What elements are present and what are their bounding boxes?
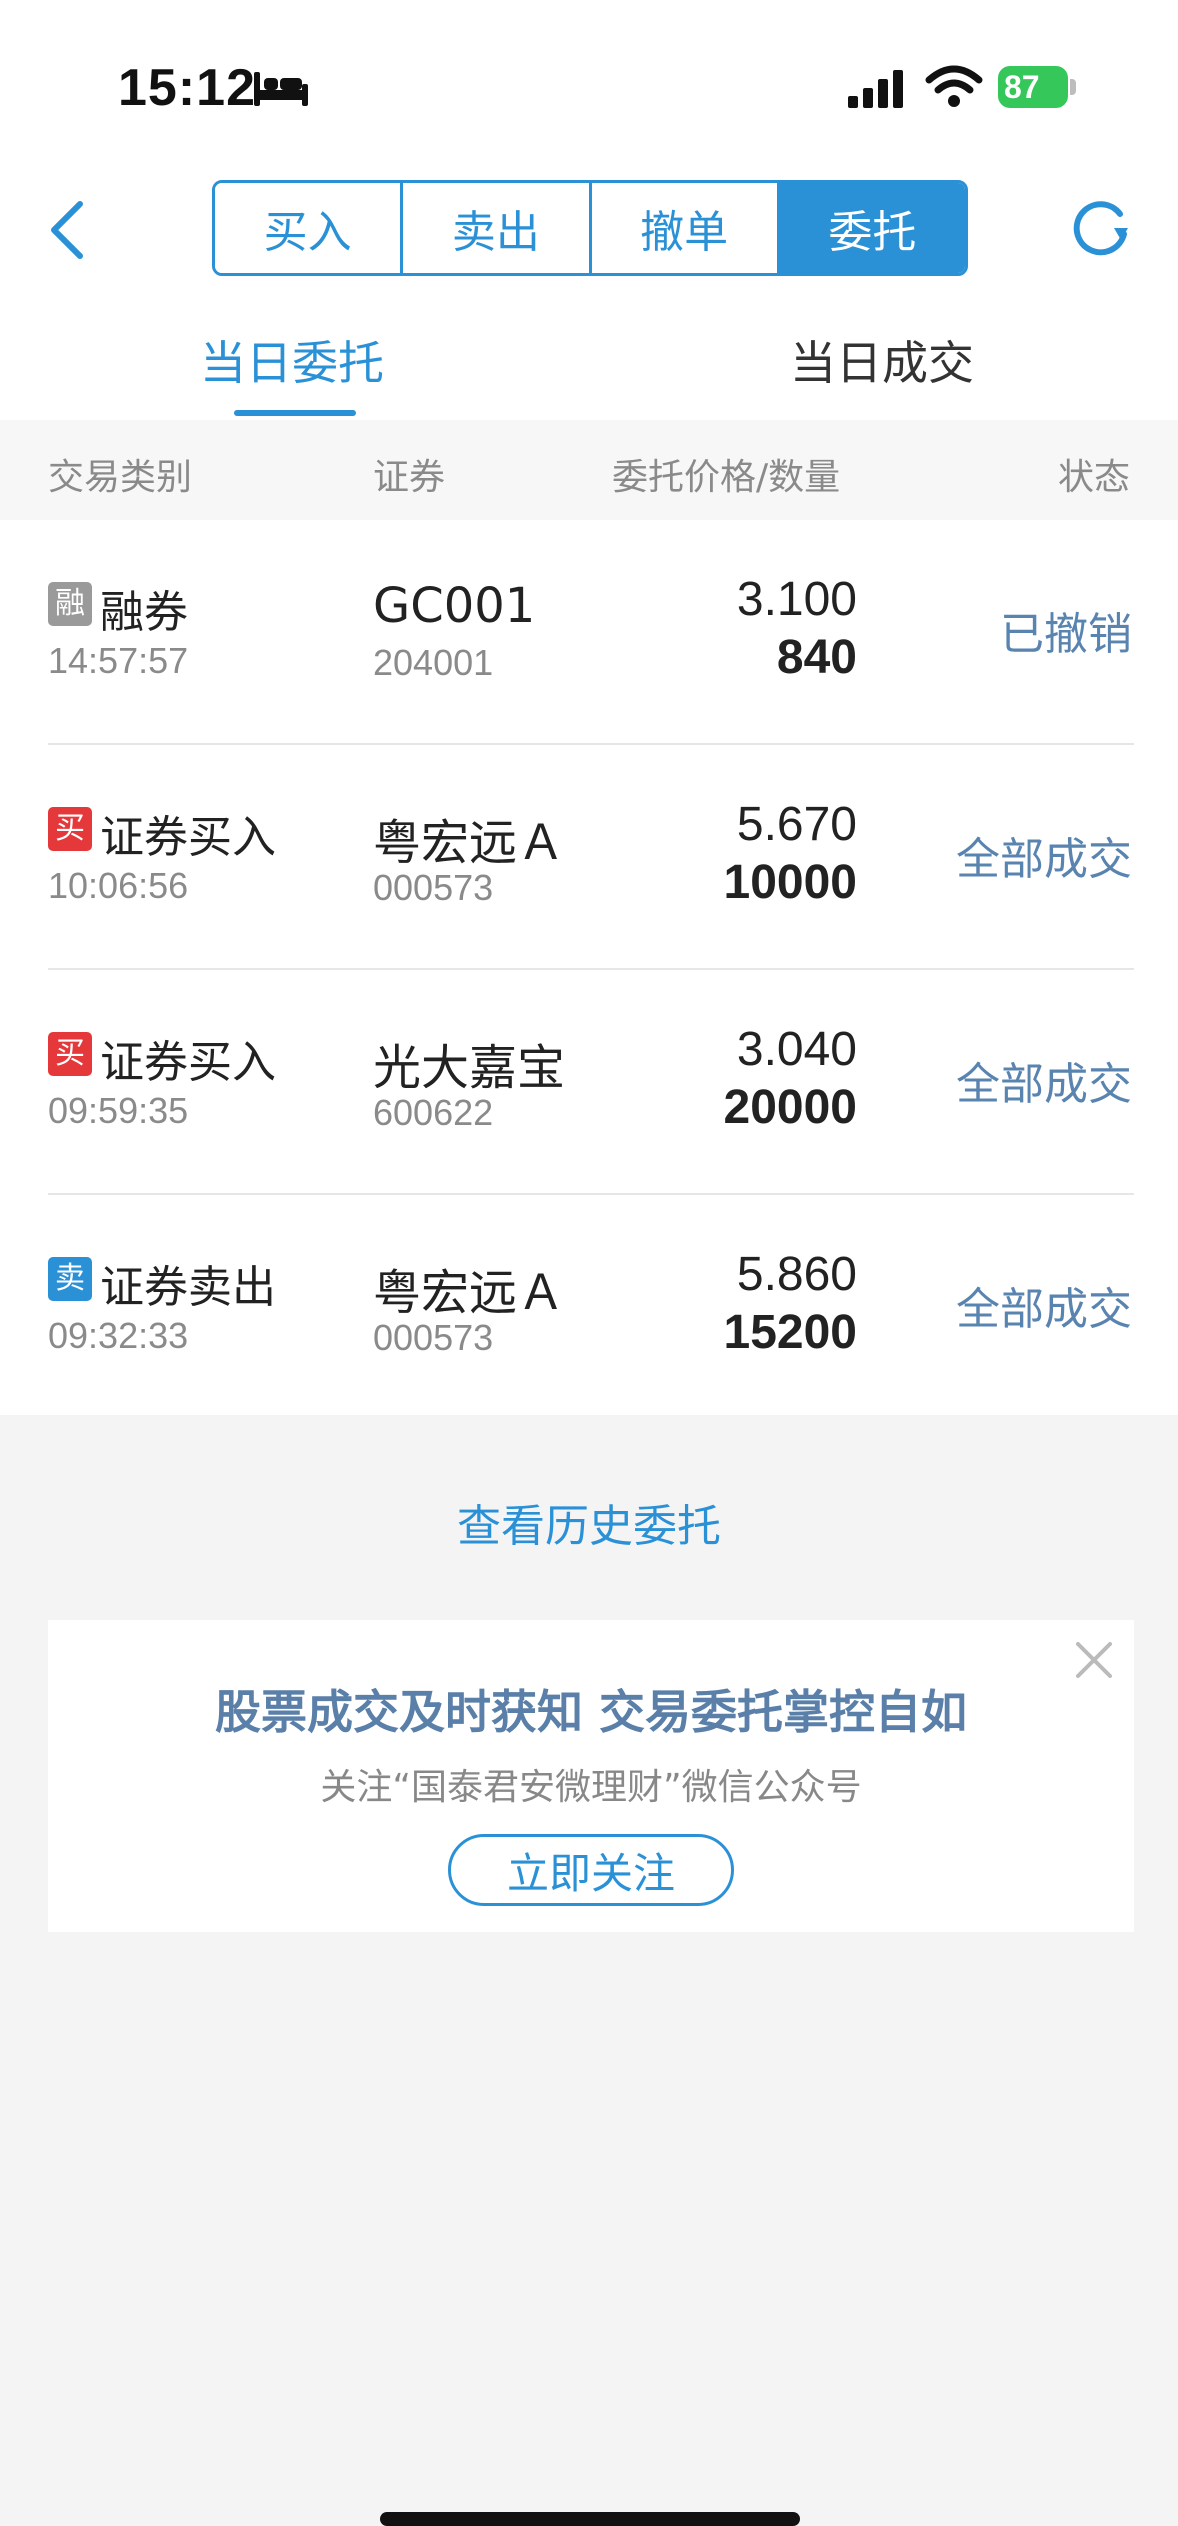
promo-subtitle: 关注“国泰君安微理财”微信公众号 [320,1767,862,1808]
security-name: 粤宏远Ａ [373,815,566,871]
security-code: 000573 [373,1317,494,1358]
cellular-signal-icon [848,70,903,108]
home-indicator[interactable] [380,2512,800,2526]
segment-buy[interactable]: 买入 [215,183,404,273]
order-quantity: 20000 [723,1081,857,1134]
security-code: 600622 [373,1092,494,1133]
order-time: 09:32:33 [48,1315,189,1356]
segment-sell[interactable]: 卖出 [403,183,592,273]
table-header: 交易类别 证券 委托价格/数量 状态 [0,420,1178,520]
order-time: 10:06:56 [48,865,189,906]
column-header-type: 交易类别 [48,457,193,498]
order-status: 已撤销 [1000,609,1132,660]
order-status: 全部成交 [956,1284,1132,1335]
view-history-orders-link[interactable]: 查看历史委托 [0,1490,1178,1554]
order-quantity: 10000 [723,856,857,909]
security-name: GC001 [373,578,536,634]
follow-now-button[interactable]: 立即关注 [448,1834,734,1906]
back-arrow-icon[interactable] [44,198,88,262]
nav-header: 买入 卖出 撤单 委托 [0,170,1178,295]
order-quantity: 840 [776,631,857,684]
order-subtabs: 当日委托 当日成交 [0,295,1178,420]
order-type-badge: 买 [48,807,92,851]
refresh-icon[interactable] [1068,194,1134,260]
table-row[interactable]: 买 证券买入 09:59:35 光大嘉宝 600622 3.040 20000 … [0,970,1178,1195]
order-price: 5.670 [736,798,857,851]
wifi-icon [925,65,983,107]
tab-today-trades[interactable]: 当日成交 [790,327,974,393]
order-type: 融券 [100,587,188,638]
order-type: 证券买入 [100,812,276,863]
security-name: 粤宏远Ａ [373,1265,566,1321]
order-time: 14:57:57 [48,640,189,681]
order-type: 证券买入 [100,1037,276,1088]
order-type-badge: 买 [48,1032,92,1076]
order-price: 3.100 [736,573,857,626]
battery-tip [1070,79,1076,95]
security-code: 204001 [373,642,494,683]
battery-level: 87 [998,66,1068,108]
order-status: 全部成交 [956,1059,1132,1110]
table-row[interactable]: 融 融券 14:57:57 GC001 204001 3.100 840 已撤销 [0,520,1178,745]
active-tab-indicator [234,410,356,416]
segment-orders[interactable]: 委托 [779,183,965,273]
order-list: 融 融券 14:57:57 GC001 204001 3.100 840 已撤销… [0,520,1178,1415]
trade-segmented-control: 买入 卖出 撤单 委托 [212,180,968,276]
table-row[interactable]: 卖 证券卖出 09:32:33 粤宏远Ａ 000573 5.860 15200 … [0,1195,1178,1420]
order-time: 09:59:35 [48,1090,189,1131]
order-type-badge: 卖 [48,1257,92,1301]
promo-title: 股票成交及时获知 交易委托掌控自如 [214,1685,967,1739]
battery-indicator: 87 [998,66,1076,108]
status-time: 15:12 [118,59,256,117]
order-type: 证券卖出 [100,1262,276,1313]
tab-today-orders[interactable]: 当日委托 [200,327,384,393]
order-price: 5.860 [736,1248,857,1301]
order-quantity: 15200 [723,1306,857,1359]
table-row[interactable]: 买 证券买入 10:06:56 粤宏远Ａ 000573 5.670 10000 … [0,745,1178,970]
security-name: 光大嘉宝 [373,1040,566,1096]
wechat-promo-card: 股票成交及时获知 交易委托掌控自如 关注“国泰君安微理财”微信公众号 立即关注 [48,1620,1134,1932]
segment-cancel-order[interactable]: 撤单 [591,183,780,273]
sleep-mode-icon [254,72,308,106]
status-bar: 15:12 87 [0,0,1178,170]
order-price: 3.040 [736,1023,857,1076]
column-header-price-qty: 委托价格/数量 [612,457,841,498]
order-status: 全部成交 [956,834,1132,885]
column-header-security: 证券 [373,457,446,498]
order-type-badge: 融 [48,582,92,626]
security-code: 000573 [373,867,494,908]
column-header-status: 状态 [1057,457,1130,498]
